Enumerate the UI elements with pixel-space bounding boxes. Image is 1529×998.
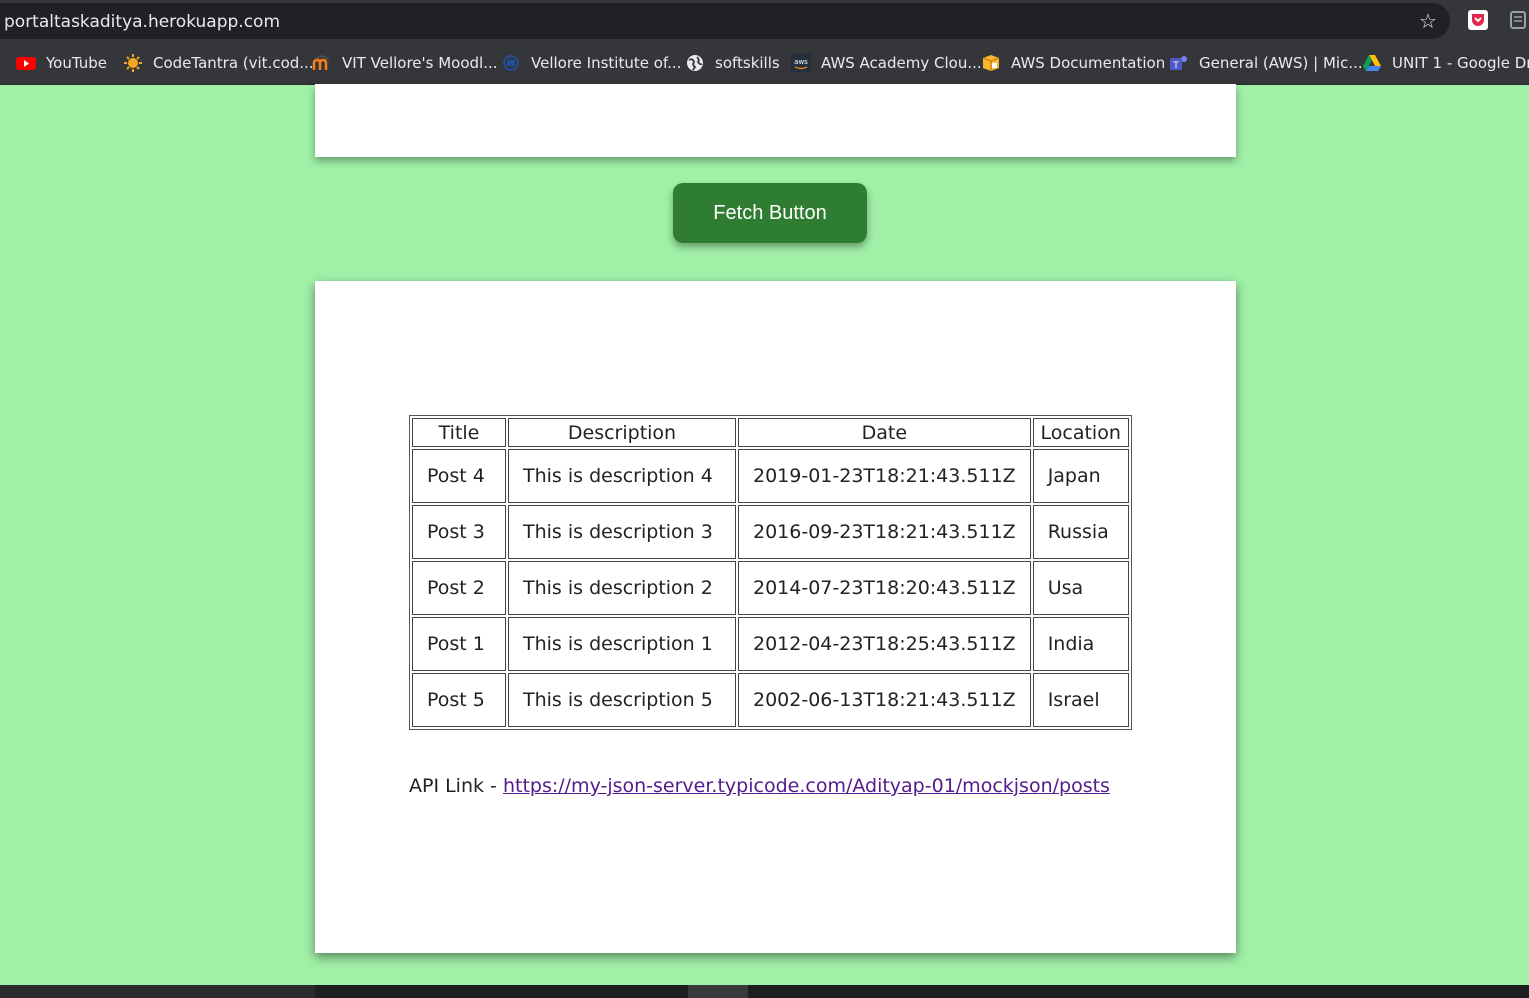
address-bar[interactable]: portaltaskaditya.herokuapp.com ☆ [0, 3, 1450, 39]
cell-date: 2012-04-23T18:25:43.511Z [738, 617, 1031, 671]
pocket-extension-icon[interactable] [1467, 9, 1489, 31]
table-row: Post 2 This is description 2 2014-07-23T… [412, 561, 1129, 615]
address-url[interactable]: portaltaskaditya.herokuapp.com [4, 13, 280, 31]
cell-title: Post 3 [412, 505, 506, 559]
top-card [315, 84, 1236, 157]
bookmark-label: softskills [715, 54, 780, 72]
bookmark-star-icon[interactable]: ☆ [1417, 10, 1439, 32]
bookmark-google-drive[interactable]: UNIT 1 - Google Dri... [1362, 53, 1529, 73]
bookmark-label: UNIT 1 - Google Dri... [1392, 54, 1529, 72]
api-link[interactable]: https://my-json-server.typicode.com/Adit… [503, 775, 1110, 797]
cell-date: 2002-06-13T18:21:43.511Z [738, 673, 1031, 727]
svg-text:aws: aws [794, 58, 808, 66]
moodle-icon [312, 54, 332, 72]
cell-description: This is description 5 [508, 673, 736, 727]
cell-location: Japan [1032, 449, 1129, 503]
cell-date: 2014-07-23T18:20:43.511Z [738, 561, 1031, 615]
globe-icon [685, 54, 705, 72]
bookmark-label: General (AWS) | Mic... [1199, 54, 1363, 72]
column-header-description: Description [508, 418, 736, 447]
column-header-date: Date [738, 418, 1031, 447]
column-header-location: Location [1032, 418, 1129, 447]
aws-icon: aws [791, 54, 811, 72]
api-link-label: API Link - [409, 775, 503, 797]
table-row: Post 5 This is description 5 2002-06-13T… [412, 673, 1129, 727]
codetantra-icon [123, 54, 143, 72]
cell-title: Post 4 [412, 449, 506, 503]
reading-list-icon[interactable] [1508, 9, 1528, 31]
bookmark-vit[interactable]: Vellore Institute of... [501, 53, 681, 73]
bookmark-label: YouTube [46, 54, 107, 72]
posts-table: Title Description Date Location Post 4 T… [409, 415, 1132, 730]
cell-description: This is description 4 [508, 449, 736, 503]
cell-title: Post 1 [412, 617, 506, 671]
bookmarks-bar: YouTube CodeTantra (vit.cod... VIT Vello… [0, 42, 1529, 85]
table-row: Post 4 This is description 4 2019-01-23T… [412, 449, 1129, 503]
bookmark-label: VIT Vellore's Moodl... [342, 54, 498, 72]
table-row: Post 1 This is description 1 2012-04-23T… [412, 617, 1129, 671]
cell-title: Post 5 [412, 673, 506, 727]
bookmark-teams[interactable]: T General (AWS) | Mic... [1169, 53, 1363, 73]
browser-toolbar: portaltaskaditya.herokuapp.com ☆ [0, 0, 1529, 42]
svg-text:T: T [1172, 61, 1179, 71]
posts-card: Title Description Date Location Post 4 T… [315, 281, 1236, 953]
aws-docs-icon [981, 54, 1001, 72]
taskbar [0, 985, 1529, 998]
cell-description: This is description 1 [508, 617, 736, 671]
teams-icon: T [1169, 54, 1189, 72]
table-row: Post 3 This is description 3 2016-09-23T… [412, 505, 1129, 559]
bookmark-codetantra[interactable]: CodeTantra (vit.cod... [123, 53, 314, 73]
taskbar-active-app[interactable] [688, 985, 748, 998]
api-link-line: API Link - https://my-json-server.typico… [409, 775, 1110, 797]
fetch-button[interactable]: Fetch Button [673, 183, 867, 243]
cell-location: Russia [1032, 505, 1129, 559]
bookmark-softskills[interactable]: softskills [685, 53, 780, 73]
cell-location: India [1032, 617, 1129, 671]
bookmark-aws-academy[interactable]: aws AWS Academy Clou... [791, 53, 982, 73]
bookmark-label: CodeTantra (vit.cod... [153, 54, 314, 72]
table-header-row: Title Description Date Location [412, 418, 1129, 447]
google-drive-icon [1362, 54, 1382, 72]
youtube-icon [16, 54, 36, 72]
bookmark-label: Vellore Institute of... [531, 54, 682, 72]
taskbar-search-area[interactable] [0, 985, 315, 998]
cell-date: 2016-09-23T18:21:43.511Z [738, 505, 1031, 559]
bookmark-moodle[interactable]: VIT Vellore's Moodl... [312, 53, 498, 73]
column-header-title: Title [412, 418, 506, 447]
cell-location: Usa [1032, 561, 1129, 615]
cell-date: 2019-01-23T18:21:43.511Z [738, 449, 1031, 503]
cell-location: Israel [1032, 673, 1129, 727]
bookmark-youtube[interactable]: YouTube [16, 53, 107, 73]
cell-description: This is description 2 [508, 561, 736, 615]
cell-title: Post 2 [412, 561, 506, 615]
vit-icon [501, 54, 521, 72]
bookmark-aws-docs[interactable]: AWS Documentation [981, 53, 1165, 73]
bookmark-label: AWS Academy Clou... [821, 54, 982, 72]
bookmark-label: AWS Documentation [1011, 54, 1166, 72]
cell-description: This is description 3 [508, 505, 736, 559]
